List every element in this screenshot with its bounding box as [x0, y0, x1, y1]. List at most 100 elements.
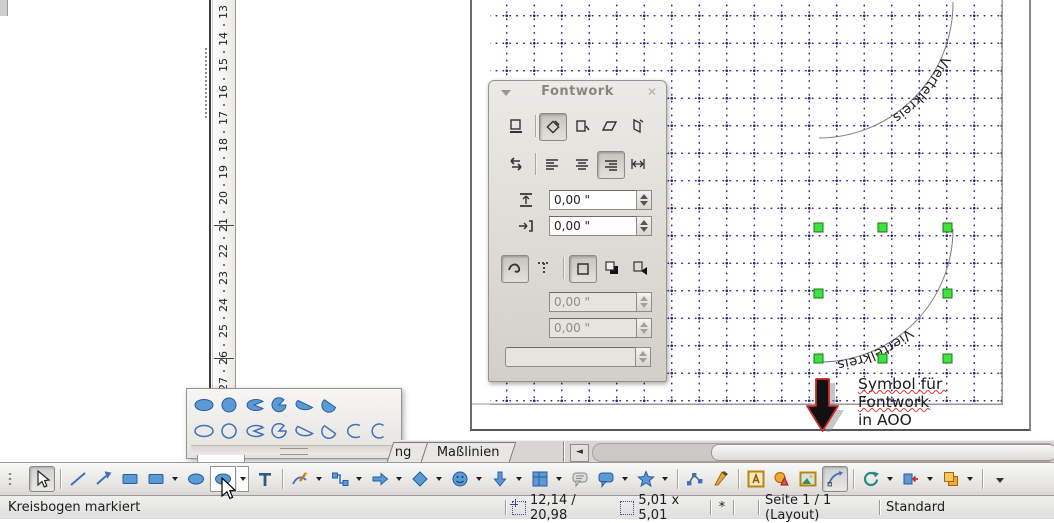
- circle-segment-outline-tool[interactable]: [316, 421, 341, 441]
- fontwork-orientation-button[interactable]: [503, 151, 529, 177]
- calloutblue-icon: [597, 470, 615, 488]
- callout-tool[interactable]: [568, 467, 592, 491]
- fontwork-slant-vertical-button[interactable]: [625, 113, 651, 139]
- line-tool[interactable]: [66, 467, 90, 491]
- fontwork-text-top[interactable]: Viertelkreis: [890, 54, 954, 126]
- ellipse-arc-tool[interactable]: [341, 421, 366, 441]
- arrange-tool[interactable]: [939, 467, 963, 491]
- fontwork-align-right-button[interactable]: [597, 151, 625, 179]
- block-arrow-tool[interactable]: [368, 467, 392, 491]
- fontwork-no-shadow-button[interactable]: [569, 255, 597, 283]
- fontwork-upright-button[interactable]: [569, 113, 595, 139]
- fontwork-gallery-button[interactable]: [744, 467, 768, 491]
- fontwork-autosize-button[interactable]: [625, 151, 651, 177]
- shadow-x-spinner[interactable]: [637, 292, 652, 312]
- fontwork-off-button[interactable]: [503, 113, 529, 139]
- indent-spinner[interactable]: [637, 216, 652, 236]
- fontwork-slant-shadow-button[interactable]: [627, 255, 653, 281]
- alignment-tool-dropdown[interactable]: [924, 467, 935, 491]
- fontwork-distance-field[interactable]: [549, 190, 637, 210]
- fontwork-contour-button[interactable]: [501, 255, 529, 283]
- alignment-tool[interactable]: [899, 467, 923, 491]
- block-arrow-tool-dropdown[interactable]: [393, 467, 404, 491]
- gallery-button[interactable]: [770, 467, 794, 491]
- shadow-color-spinner[interactable]: [636, 347, 651, 367]
- fontwork-rotate-button[interactable]: [539, 113, 567, 141]
- select-tool[interactable]: [29, 466, 55, 492]
- star-shapes-tool-dropdown[interactable]: [659, 467, 670, 491]
- rotate-tool[interactable]: [859, 467, 883, 491]
- circle-pie-tool[interactable]: [266, 395, 291, 415]
- insert-picture-button[interactable]: [796, 467, 820, 491]
- horizontal-scrollbar-thumb[interactable]: [711, 444, 1054, 461]
- fontwork-vertical-shadow-button[interactable]: [599, 255, 625, 281]
- star-shapes-tool[interactable]: [634, 467, 658, 491]
- selection-handle[interactable]: [878, 223, 887, 232]
- symbol-shapes-tool[interactable]: [448, 467, 472, 491]
- fontwork-text-contour-button[interactable]: [531, 255, 557, 281]
- ellipse-segment-tool[interactable]: [291, 395, 316, 415]
- ellipse-pie-tool[interactable]: [241, 395, 266, 415]
- symbol-shapes-tool-dropdown[interactable]: [473, 467, 484, 491]
- ellipse-outline-tool[interactable]: [191, 421, 216, 441]
- circle-outline-tool[interactable]: [216, 421, 241, 441]
- selection-handle[interactable]: [814, 289, 823, 298]
- circle-arc-tool[interactable]: [366, 421, 391, 441]
- chevron-down-icon: [927, 477, 933, 481]
- shadow-color-field[interactable]: [505, 347, 636, 367]
- basic-shapes-tool[interactable]: [408, 467, 432, 491]
- shadow-y-spinner[interactable]: [637, 318, 652, 338]
- ellipse-tool[interactable]: [184, 467, 208, 491]
- fontwork-text-selected[interactable]: Viertelkreis: [836, 325, 916, 372]
- flyout-drag-handle[interactable]: [191, 445, 397, 455]
- selection-handle[interactable]: [943, 223, 952, 232]
- selection-handle[interactable]: [814, 354, 823, 363]
- selection-handle[interactable]: [943, 289, 952, 298]
- circle-tool[interactable]: [216, 395, 241, 415]
- shadow-x-field[interactable]: [549, 292, 637, 312]
- arrow-shapes-tool[interactable]: [488, 467, 512, 491]
- fontwork-align-left-button[interactable]: [539, 151, 565, 177]
- ellipse-segment-outline-tool[interactable]: [291, 421, 316, 441]
- toolbar-more-button[interactable]: [988, 467, 1012, 491]
- flowchart-tool-dropdown[interactable]: [553, 467, 564, 491]
- rectangle-shapes-tool[interactable]: [144, 467, 168, 491]
- basic-shapes-tool-dropdown[interactable]: [433, 467, 444, 491]
- selection-handle[interactable]: [943, 354, 952, 363]
- shadow-y-field[interactable]: [549, 318, 637, 338]
- connector-tool[interactable]: [328, 467, 352, 491]
- annotation-text[interactable]: Symbol für Fontwork in AOO: [858, 375, 943, 429]
- close-icon[interactable]: ✕: [647, 85, 657, 99]
- callout-shapes-tool[interactable]: [594, 467, 618, 491]
- rotate-tool-dropdown[interactable]: [884, 467, 895, 491]
- contour-icon: [506, 260, 524, 278]
- flowchart-tool[interactable]: [528, 467, 552, 491]
- connector-tool-dropdown[interactable]: [353, 467, 364, 491]
- layer-tab-masslinien[interactable]: Maßlinien: [421, 442, 516, 462]
- horizontal-scrollbar[interactable]: [592, 443, 1054, 462]
- tab-scroll-left-button[interactable]: ◄: [570, 444, 589, 462]
- fontwork-slant-horizontal-button[interactable]: [597, 113, 623, 139]
- glue-points-tool[interactable]: [709, 467, 733, 491]
- circle-pie-outline-tool[interactable]: [266, 421, 291, 441]
- arc-effect-button[interactable]: [822, 466, 848, 492]
- rectangle-shapes-tool-dropdown[interactable]: [169, 467, 180, 491]
- fontwork-indent-field[interactable]: [549, 216, 637, 236]
- ellipse-tool[interactable]: [191, 395, 216, 415]
- selection-handle[interactable]: [878, 354, 887, 363]
- ellipse-pie-outline-tool[interactable]: [241, 421, 266, 441]
- edit-points-tool[interactable]: [683, 467, 707, 491]
- curve-tool-dropdown[interactable]: [313, 467, 324, 491]
- rectangle-tool[interactable]: [118, 467, 142, 491]
- text-tool[interactable]: [253, 467, 277, 491]
- callout-shapes-tool-dropdown[interactable]: [619, 467, 630, 491]
- arrange-tool-dropdown[interactable]: [964, 467, 975, 491]
- line-arrow-tool[interactable]: [92, 467, 116, 491]
- circle-segment-tool[interactable]: [316, 395, 341, 415]
- curve-tool[interactable]: [288, 467, 312, 491]
- distance-spinner[interactable]: [637, 190, 652, 210]
- fontwork-align-center-button[interactable]: [569, 151, 595, 177]
- galleryShapes-icon: [773, 470, 791, 488]
- selection-handle[interactable]: [814, 223, 823, 232]
- arrow-shapes-tool-dropdown[interactable]: [513, 467, 524, 491]
